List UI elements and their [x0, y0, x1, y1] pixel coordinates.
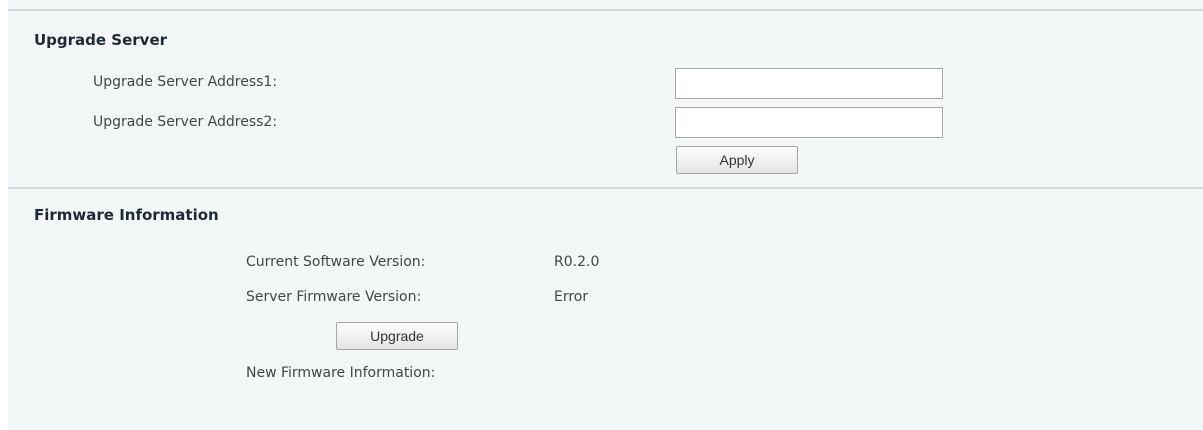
new-firmware-information-label: New Firmware Information: [246, 365, 436, 381]
upgrade-button[interactable]: Upgrade [336, 322, 458, 350]
current-software-version-value: R0.2.0 [554, 254, 600, 270]
server-firmware-version-value: Error [554, 289, 589, 305]
server-address1-label: Upgrade Server Address1: [93, 74, 278, 90]
top-divider [8, 9, 1203, 11]
upgrade-server-heading: Upgrade Server [34, 31, 168, 49]
server-firmware-version-label: Server Firmware Version: [246, 289, 422, 305]
apply-button[interactable]: Apply [676, 146, 798, 174]
firmware-upgrade-page: Upgrade Server Upgrade Server Address1: … [0, 0, 1203, 430]
server-address2-input[interactable] [675, 107, 943, 138]
firmware-information-heading: Firmware Information [34, 206, 219, 224]
server-address2-label: Upgrade Server Address2: [93, 114, 278, 130]
server-address1-input[interactable] [675, 68, 943, 99]
section-divider [8, 187, 1203, 189]
current-software-version-label: Current Software Version: [246, 254, 426, 270]
